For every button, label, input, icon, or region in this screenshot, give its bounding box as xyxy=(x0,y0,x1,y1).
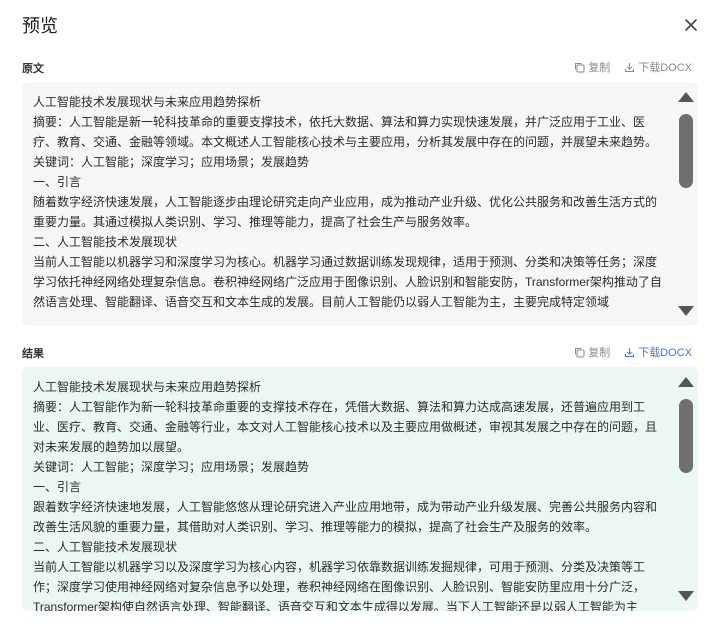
original-scrollbar[interactable] xyxy=(674,82,698,326)
copy-icon xyxy=(575,62,585,72)
original-text-box[interactable]: 人工智能技术发展现状与未来应用趋势探析 摘要：人工智能是新一轮科技革命的重要支撑… xyxy=(22,82,698,326)
original-paragraph: 随着数字经济快速发展，人工智能逐步由理论研究走向产业应用，成为推动产业升级、优化… xyxy=(33,195,658,229)
result-paragraph: 人工智能技术发展现状与未来应用趋势探析 xyxy=(33,380,262,394)
result-text-box[interactable]: 人工智能技术发展现状与未来应用趋势探析 摘要：人工智能作为新一轮科技革命重要的支… xyxy=(22,367,698,611)
result-paragraph: 二、人工智能技术发展现状 xyxy=(33,540,178,554)
download-icon xyxy=(625,62,635,72)
result-paragraph: 一、引言 xyxy=(33,480,82,494)
result-download-label: 下载DOCX xyxy=(638,347,692,359)
close-button[interactable] xyxy=(680,14,702,36)
result-paragraph: 跟着数字经济快速地发展，人工智能悠悠从理论研究进入产业应用地带，成为带动产业升级… xyxy=(33,500,658,534)
result-copy-button[interactable]: 复制 xyxy=(574,344,610,360)
original-paragraph: 人工智能技术发展现状与未来应用趋势探析 xyxy=(33,95,262,109)
dialog-title: 预览 xyxy=(22,16,58,36)
original-text: 人工智能技术发展现状与未来应用趋势探析 摘要：人工智能是新一轮科技革命的重要支撑… xyxy=(33,92,665,312)
result-copy-label: 复制 xyxy=(588,347,611,359)
original-section-label: 原文 xyxy=(22,63,44,75)
scroll-down-arrow-icon[interactable] xyxy=(678,591,694,601)
result-section-label: 结果 xyxy=(22,348,44,360)
result-scroll-thumb[interactable] xyxy=(679,399,693,473)
original-download-label: 下载DOCX xyxy=(638,62,692,74)
result-scrollbar[interactable] xyxy=(674,367,698,611)
original-copy-button[interactable]: 复制 xyxy=(574,59,610,75)
original-paragraph: 摘要：人工智能是新一轮科技革命的重要支撑技术，依托大数据、算法和算力实现快速发展… xyxy=(33,115,658,149)
scroll-down-arrow-icon[interactable] xyxy=(678,306,694,316)
original-copy-label: 复制 xyxy=(588,62,611,74)
result-paragraph: 关键词：人工智能；深度学习；应用场景；发展趋势 xyxy=(33,460,310,474)
original-download-button[interactable]: 下载DOCX xyxy=(624,59,692,75)
original-scroll-thumb[interactable] xyxy=(679,114,693,188)
result-text: 人工智能技术发展现状与未来应用趋势探析 摘要：人工智能作为新一轮科技革命重要的支… xyxy=(33,377,665,611)
download-icon xyxy=(625,347,635,357)
scroll-up-arrow-icon[interactable] xyxy=(678,92,694,102)
result-paragraph: 摘要：人工智能作为新一轮科技革命重要的支撑技术存在，凭借大数据、算法和算力达成高… xyxy=(33,400,658,454)
result-download-button[interactable]: 下载DOCX xyxy=(624,344,692,360)
copy-icon xyxy=(575,347,585,357)
scroll-up-arrow-icon[interactable] xyxy=(678,377,694,387)
original-paragraph: 二、人工智能技术发展现状 xyxy=(33,235,178,249)
original-paragraph: 当前人工智能以机器学习和深度学习为核心。机器学习通过数据训练发现规律，适用于预测… xyxy=(33,255,662,309)
close-icon xyxy=(685,19,697,31)
original-paragraph: 一、引言 xyxy=(33,175,82,189)
original-actions: 复制 下载DOCX xyxy=(574,59,692,75)
original-paragraph: 关键词：人工智能；深度学习；应用场景；发展趋势 xyxy=(33,155,310,169)
result-actions: 复制 下载DOCX xyxy=(574,344,692,360)
result-paragraph: 当前人工智能以机器学习以及深度学习为核心内容，机器学习依靠数据训练发掘规律，可用… xyxy=(33,560,646,611)
